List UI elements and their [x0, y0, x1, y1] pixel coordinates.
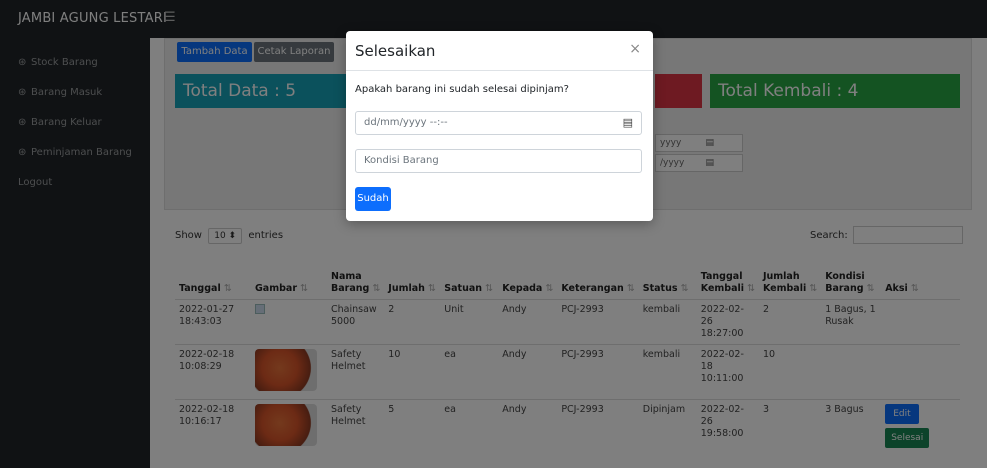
sudah-button[interactable]: Sudah — [355, 187, 391, 211]
selesaikan-modal: Selesaikan × Apakah barang ini sudah sel… — [346, 31, 653, 221]
modal-title: Selesaikan — [355, 42, 436, 60]
kondisi-barang-input[interactable]: Kondisi Barang — [355, 149, 642, 173]
close-icon[interactable]: × — [629, 41, 641, 57]
tanggal-kembali-input[interactable]: dd/mm/yyyy --:-- ▤ — [355, 111, 642, 135]
calendar-icon[interactable]: ▤ — [623, 112, 633, 134]
modal-header: Selesaikan × — [346, 31, 653, 71]
modal-question: Apakah barang ini sudah selesai dipinjam… — [355, 84, 569, 95]
